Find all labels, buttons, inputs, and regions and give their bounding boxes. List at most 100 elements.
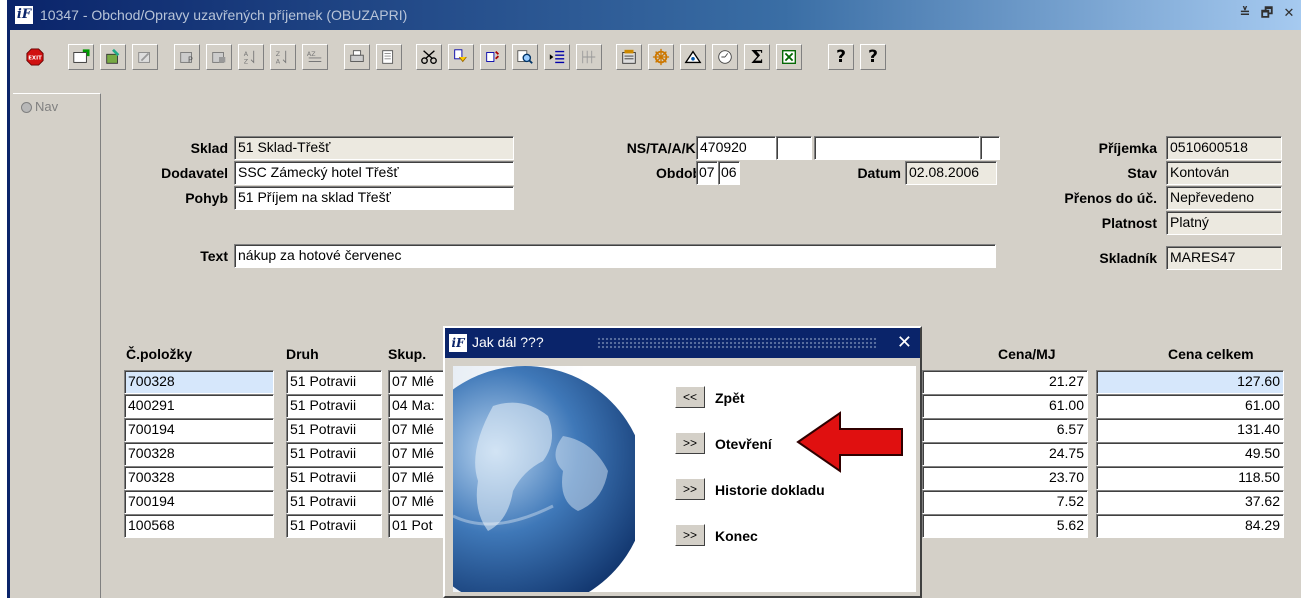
dialog-close-icon[interactable]: ✕ bbox=[897, 332, 912, 353]
table-cell-druh[interactable]: 51 Potravii bbox=[286, 418, 382, 442]
table-cell-cena-mj[interactable]: 6.57 bbox=[922, 418, 1088, 442]
settings-button[interactable] bbox=[648, 44, 674, 70]
datum-label: Datum bbox=[857, 165, 901, 181]
svg-text:AZ: AZ bbox=[307, 51, 316, 58]
table-cell-cena-mj[interactable]: 61.00 bbox=[922, 394, 1088, 418]
table-cell-polozka[interactable]: 700194 bbox=[124, 418, 274, 442]
print-button[interactable] bbox=[344, 44, 370, 70]
table-cell-cena-mj[interactable]: 23.70 bbox=[922, 466, 1088, 490]
table-cell-polozka[interactable]: 700328 bbox=[124, 442, 274, 466]
table-cell-cena-celkem[interactable]: 131.40 bbox=[1096, 418, 1284, 442]
prijemka-field[interactable]: 0510600518 bbox=[1166, 136, 1282, 160]
insert-button[interactable] bbox=[100, 44, 126, 70]
history-button[interactable]: >> bbox=[675, 478, 705, 500]
pohyb-field[interactable]: 51 Příjem na sklad Třešť bbox=[234, 186, 514, 210]
obdobi-year-field[interactable]: 06 bbox=[718, 161, 740, 185]
ta-field[interactable] bbox=[776, 136, 812, 160]
execute-query-button[interactable] bbox=[206, 44, 232, 70]
table-cell-cena-mj[interactable]: 5.62 bbox=[922, 514, 1088, 538]
help-button[interactable]: ? bbox=[828, 44, 854, 70]
sort-desc-button[interactable]: ZA bbox=[270, 44, 296, 70]
close-icon[interactable]: ✕ bbox=[1281, 6, 1297, 22]
table-cell-skup[interactable]: 07 Mlé bbox=[388, 466, 448, 490]
prenos-label: Přenos do úč. bbox=[1064, 190, 1157, 206]
table-cell-cena-celkem[interactable]: 61.00 bbox=[1096, 394, 1284, 418]
svg-text:P: P bbox=[188, 54, 193, 64]
table-cell-polozka[interactable]: 100568 bbox=[124, 514, 274, 538]
title-bar: iF 10347 - Obchod/Opravy uzavřených příj… bbox=[10, 0, 1301, 30]
table-cell-polozka[interactable]: 700328 bbox=[124, 370, 274, 394]
column-header-cena-celkem: Cena celkem bbox=[1168, 346, 1254, 362]
excel-button[interactable] bbox=[776, 44, 802, 70]
new-record-button[interactable] bbox=[68, 44, 94, 70]
kp-field[interactable] bbox=[980, 136, 1000, 160]
open-button[interactable]: >> bbox=[675, 432, 705, 454]
table-cell-polozka[interactable]: 700328 bbox=[124, 466, 274, 490]
table-cell-polozka[interactable]: 700194 bbox=[124, 490, 274, 514]
table-cell-cena-celkem[interactable]: 127.60 bbox=[1096, 370, 1284, 394]
minimize-icon[interactable]: ≚ bbox=[1237, 6, 1253, 22]
table-cell-cena-mj[interactable]: 24.75 bbox=[922, 442, 1088, 466]
paste-button[interactable] bbox=[480, 44, 506, 70]
datum-field[interactable]: 02.08.2006 bbox=[905, 161, 997, 185]
exit-button[interactable]: EXIT bbox=[22, 44, 48, 70]
table-cell-druh[interactable]: 51 Potravii bbox=[286, 490, 382, 514]
context-help-button[interactable]: ? bbox=[860, 44, 886, 70]
nav-tab[interactable]: Nav bbox=[13, 93, 101, 598]
stav-label: Stav bbox=[1127, 165, 1157, 181]
table-cell-skup[interactable]: 07 Mlé bbox=[388, 490, 448, 514]
application-window: iF 10347 - Obchod/Opravy uzavřených příj… bbox=[7, 0, 1301, 598]
sort-asc-button[interactable]: AZ bbox=[238, 44, 264, 70]
table-cell-druh[interactable]: 51 Potravii bbox=[286, 442, 382, 466]
nav-label: Nav bbox=[35, 99, 59, 114]
warning-button[interactable] bbox=[680, 44, 706, 70]
table-cell-cena-mj[interactable]: 21.27 bbox=[922, 370, 1088, 394]
table-cell-druh[interactable]: 51 Potravii bbox=[286, 394, 382, 418]
table-cell-druh[interactable]: 51 Potravii bbox=[286, 466, 382, 490]
svg-text:EXIT: EXIT bbox=[28, 56, 42, 62]
table-cell-cena-mj[interactable]: 7.52 bbox=[922, 490, 1088, 514]
delete-button[interactable] bbox=[132, 44, 158, 70]
table-cell-skup[interactable]: 07 Mlé bbox=[388, 442, 448, 466]
calculator-button[interactable] bbox=[616, 44, 642, 70]
sklad-field[interactable]: 51 Sklad-Třešť bbox=[234, 136, 514, 160]
dodavatel-label: Dodavatel bbox=[161, 165, 228, 181]
table-cell-druh[interactable]: 51 Potravii bbox=[286, 370, 382, 394]
clock-button[interactable] bbox=[712, 44, 738, 70]
table-cell-cena-celkem[interactable]: 118.50 bbox=[1096, 466, 1284, 490]
table-cell-skup[interactable]: 04 Ma: bbox=[388, 394, 448, 418]
copy-button[interactable] bbox=[448, 44, 474, 70]
dodavatel-field[interactable]: SSC Zámecký hotel Třešť bbox=[234, 161, 514, 185]
table-cell-cena-celkem[interactable]: 84.29 bbox=[1096, 514, 1284, 538]
prenos-field[interactable]: Nepřevedeno bbox=[1166, 186, 1282, 210]
table-cell-polozka[interactable]: 400291 bbox=[124, 394, 274, 418]
ns-field[interactable]: 470920 bbox=[696, 136, 776, 160]
tools-button[interactable] bbox=[416, 44, 442, 70]
table-cell-druh[interactable]: 51 Potravii bbox=[286, 514, 382, 538]
print-preview-button[interactable] bbox=[376, 44, 402, 70]
table-cell-cena-celkem[interactable]: 49.50 bbox=[1096, 442, 1284, 466]
back-button[interactable]: << bbox=[675, 386, 705, 408]
restore-icon[interactable]: 🗗 bbox=[1259, 6, 1275, 22]
sum-button[interactable]: Σ bbox=[744, 44, 770, 70]
grid-button[interactable] bbox=[576, 44, 602, 70]
text-field[interactable]: nákup za hotové červenec bbox=[234, 244, 996, 268]
search-button[interactable] bbox=[512, 44, 538, 70]
table-cell-cena-celkem[interactable]: 37.62 bbox=[1096, 490, 1284, 514]
a-field[interactable] bbox=[814, 136, 980, 160]
insert-icon bbox=[106, 48, 120, 64]
query-button[interactable]: P bbox=[174, 44, 200, 70]
table-cell-skup[interactable]: 07 Mlé bbox=[388, 370, 448, 394]
red-arrow-icon bbox=[796, 411, 903, 473]
skladnik-field[interactable]: MARES47 bbox=[1166, 246, 1282, 270]
table-cell-skup[interactable]: 07 Mlé bbox=[388, 418, 448, 442]
sort-multi-button[interactable]: AZ bbox=[302, 44, 328, 70]
table-cell-skup[interactable]: 01 Pot bbox=[388, 514, 448, 538]
end-button[interactable]: >> bbox=[675, 524, 705, 546]
platnost-field[interactable]: Platný bbox=[1166, 211, 1282, 235]
stav-field[interactable]: Kontován bbox=[1166, 161, 1282, 185]
obdobi-month-field[interactable]: 07 bbox=[696, 161, 718, 185]
list-button[interactable] bbox=[544, 44, 570, 70]
platnost-label: Platnost bbox=[1101, 215, 1157, 231]
nav-radio-icon[interactable] bbox=[21, 102, 32, 113]
